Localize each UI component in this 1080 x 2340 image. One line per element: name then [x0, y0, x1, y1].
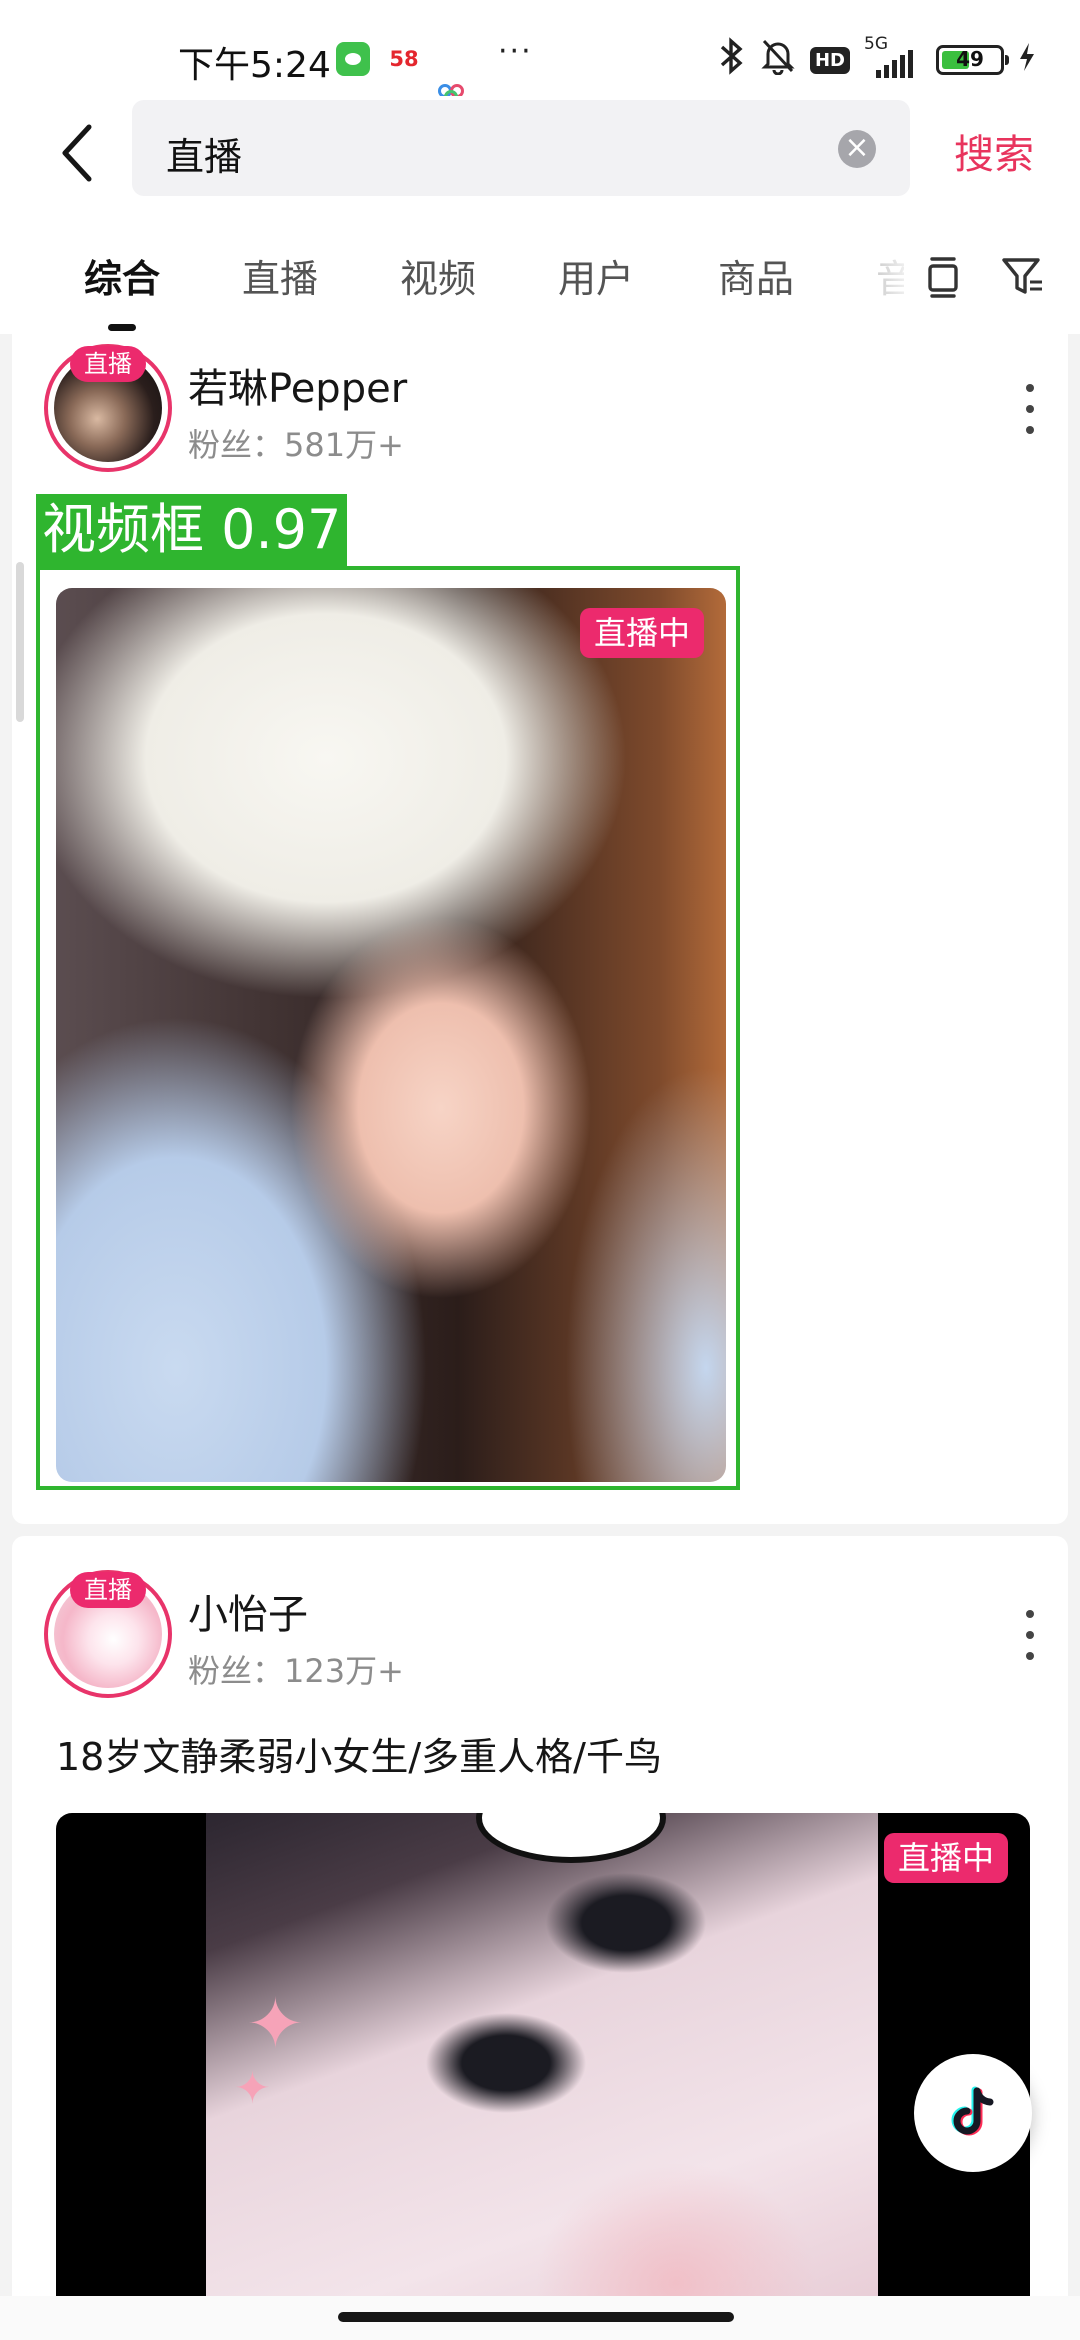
battery-level: 49 [956, 47, 984, 71]
search-query: 直播 [166, 135, 243, 179]
status-time: 下午5:24 [178, 45, 331, 86]
clear-search-icon[interactable]: × [838, 130, 876, 168]
fans-count: 粉丝：581万+ [188, 426, 404, 464]
avatar[interactable]: 直播 [44, 1570, 172, 1698]
search-button[interactable]: 搜索 [954, 122, 1034, 180]
back-button[interactable] [52, 118, 102, 188]
sparkle-sticker-icon: ✦ [246, 1983, 305, 2065]
more-options-icon[interactable] [1020, 384, 1040, 434]
search-header: 直播 × 搜索 [0, 96, 1080, 216]
live-status-badge: 直播中 [883, 1833, 1008, 1883]
douyin-float-button[interactable] [914, 2054, 1032, 2172]
tab-video[interactable]: 视频 [400, 248, 476, 303]
scrollbar-thumb[interactable] [16, 562, 24, 722]
live-cover-image: ✦ ✦ [206, 1813, 878, 2340]
result-card[interactable]: 直播 小怡子 粉丝：123万+ 18岁文静柔弱小女生/多重人格/千鸟 ✦ ✦ 直… [12, 1536, 1068, 2340]
charging-icon [1018, 42, 1036, 79]
avatar[interactable]: 直播 [44, 344, 172, 472]
more-options-icon[interactable] [1020, 1610, 1040, 1660]
filter-icon[interactable] [1000, 254, 1046, 300]
active-tab-indicator [108, 324, 136, 331]
tabs-bar: 综合 直播 视频 用户 商品 音 [0, 216, 1080, 334]
back-arrow-icon [62, 124, 92, 182]
live-chip: 直播 [70, 346, 146, 382]
tab-comprehensive[interactable]: 综合 [84, 248, 160, 303]
bluetooth-icon [718, 36, 746, 84]
live-chip: 直播 [70, 1572, 146, 1608]
tab-products[interactable]: 商品 [718, 248, 794, 303]
hd-voice-icon: HD [809, 46, 850, 74]
user-bio: 18岁文静柔弱小女生/多重人格/千鸟 [56, 1735, 662, 1779]
more-notifications-icon: ··· [498, 34, 533, 69]
sparkle-sticker-icon: ✦ [234, 2063, 271, 2114]
system-nav-bar [0, 2296, 1080, 2340]
status-bar: 下午5:24 58 ··· HD 5G 49 [0, 0, 1080, 104]
home-indicator[interactable] [338, 2312, 734, 2322]
detection-box [36, 566, 740, 1490]
bubbles-notification-icon [438, 42, 472, 104]
user-name[interactable]: 小怡子 [188, 1582, 308, 1640]
douyin-logo-icon [951, 2086, 994, 2136]
search-input[interactable]: 直播 × [132, 100, 910, 196]
detection-label: 视频框 0.97 [36, 494, 348, 566]
wechat-notification-icon [336, 42, 370, 76]
status-icons: HD 5G 49 [718, 34, 1036, 84]
mute-bell-icon [760, 37, 796, 84]
layout-toggle-icon[interactable] [920, 254, 966, 300]
battery-icon: 49 [936, 45, 1009, 75]
user-name[interactable]: 若琳Pepper [188, 356, 407, 414]
signal-5g-icon: 5G [864, 34, 922, 80]
live-cover[interactable]: ✦ ✦ 直播中 [56, 1813, 1030, 2340]
tab-live[interactable]: 直播 [242, 248, 318, 303]
tab-users[interactable]: 用户 [558, 248, 634, 303]
app58-notification-icon: 58 [389, 47, 419, 71]
fans-count: 粉丝：123万+ [188, 1652, 404, 1690]
sticker-bubble [476, 1813, 666, 1863]
